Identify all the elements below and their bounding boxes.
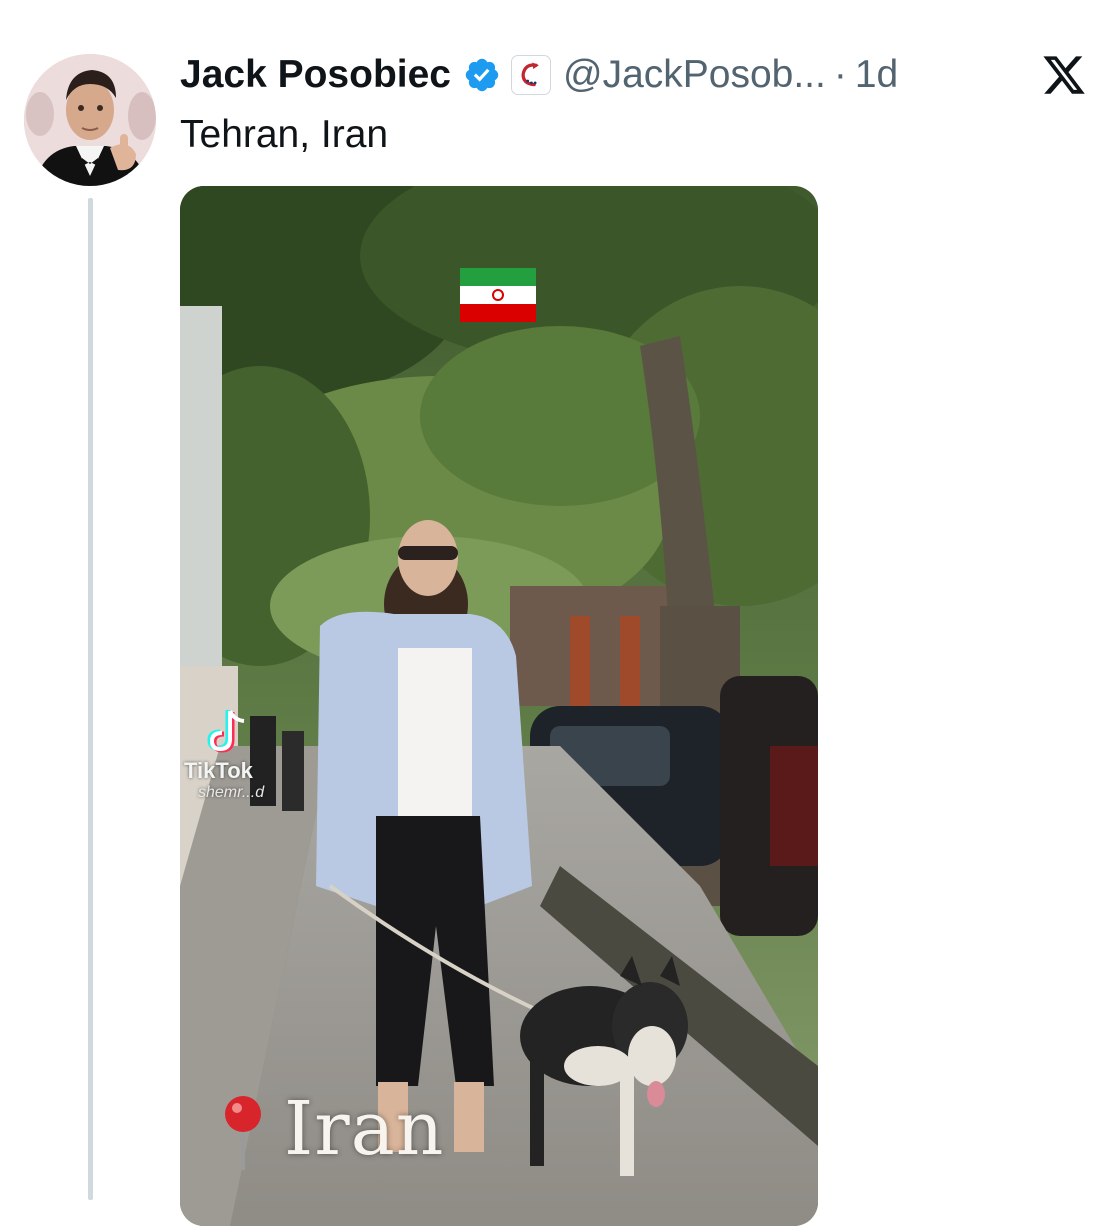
video-caption: Iran <box>284 1086 445 1172</box>
iran-flag-sticker <box>460 268 536 322</box>
affiliate-badge-icon[interactable] <box>510 55 551 95</box>
author-avatar[interactable] <box>24 54 156 186</box>
avatar-photo <box>24 54 156 186</box>
video-frame <box>180 186 818 1226</box>
author-handle[interactable]: @JackPosob... <box>563 52 826 98</box>
verified-badge-icon[interactable] <box>463 56 501 94</box>
thread-connector-line <box>88 198 93 1200</box>
tiktok-watermark-name: TikTok <box>184 758 253 783</box>
post-timestamp[interactable]: 1d <box>855 52 898 98</box>
tiktok-watermark-user: shemr...d <box>198 784 265 801</box>
x-logo-icon[interactable] <box>1040 52 1088 98</box>
video-media[interactable]: TikTok shemr...d Iran <box>180 186 818 1226</box>
round-pushpin-icon <box>225 1096 261 1170</box>
tiktok-logo-icon <box>207 710 245 753</box>
tweet-text: Tehran, Iran <box>180 113 389 156</box>
tweet-header: Jack Posobiec @JackPosob... · 1d <box>180 52 898 98</box>
meta-separator: · <box>833 53 847 96</box>
display-name[interactable]: Jack Posobiec <box>180 52 451 98</box>
